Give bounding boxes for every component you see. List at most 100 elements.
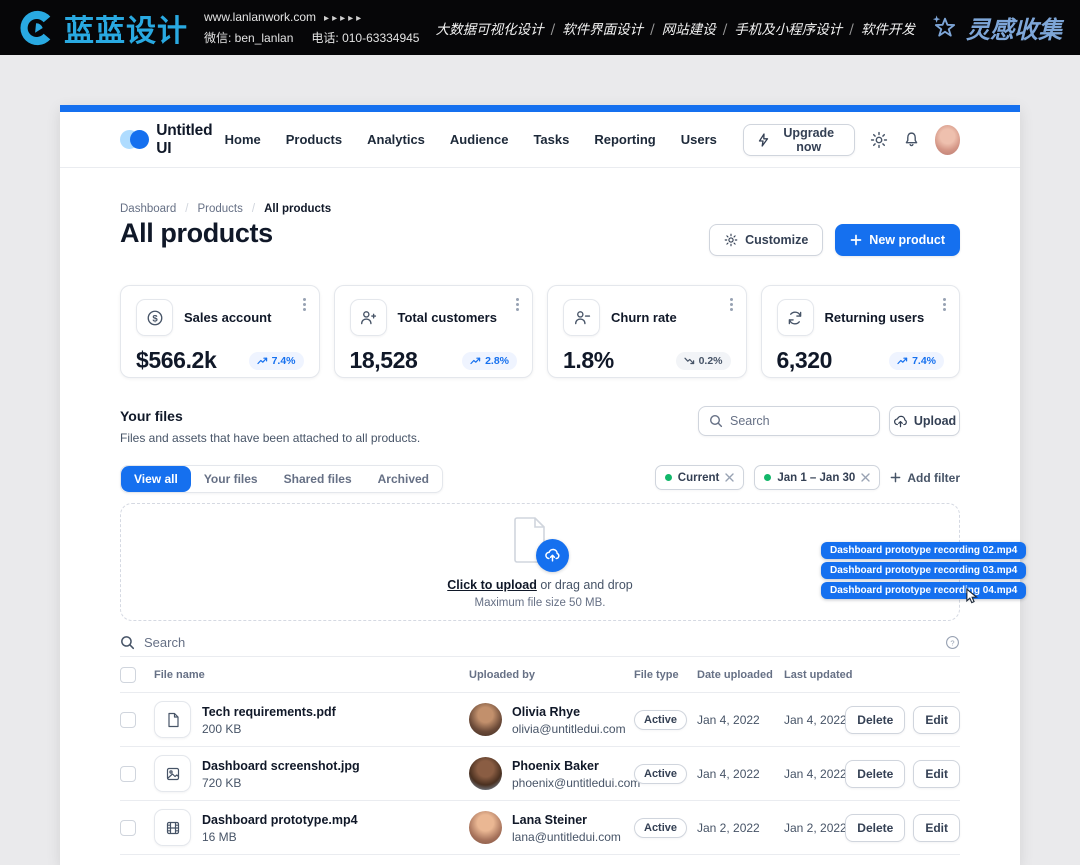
mouse-cursor-icon (965, 588, 979, 604)
row-checkbox[interactable] (120, 766, 136, 782)
close-icon[interactable] (861, 473, 870, 482)
delete-button[interactable]: Delete (845, 706, 905, 734)
file-size: 16 MB (202, 830, 358, 844)
edit-button[interactable]: Edit (913, 814, 960, 842)
nav-item-audience[interactable]: Audience (450, 132, 509, 147)
col-uploaded-by[interactable]: Uploaded by (469, 669, 634, 681)
tab-view-all[interactable]: View all (121, 466, 191, 492)
kebab-menu-icon[interactable] (303, 298, 306, 301)
upload-button[interactable]: Upload (889, 406, 960, 436)
file-name[interactable]: Tech requirements.pdf (202, 703, 336, 721)
nav-item-reporting[interactable]: Reporting (594, 132, 655, 147)
col-file-name[interactable]: File name (154, 669, 469, 681)
stat-label: Total customers (398, 310, 497, 325)
user-plus-icon (350, 299, 387, 336)
trend-badge: 2.8% (462, 352, 517, 370)
date-uploaded: Jan 4, 2022 (697, 713, 784, 727)
brand[interactable]: Untitled UI (120, 122, 225, 158)
stat-value: 1.8% (563, 347, 614, 374)
uploader-email: phoenix@untitledui.com (512, 776, 640, 790)
add-filter-button[interactable]: Add filter (890, 471, 960, 485)
close-icon[interactable] (725, 473, 734, 482)
files-search-input[interactable] (730, 414, 869, 428)
upgrade-now-button[interactable]: Upgrade now (743, 124, 855, 156)
table-body: Tech requirements.pdf 200 KB Olivia Rhye… (120, 693, 960, 855)
tab-shared-files[interactable]: Shared files (271, 466, 365, 492)
kebab-menu-icon[interactable] (943, 298, 946, 301)
dropzone-text: Click to upload or drag and drop (447, 578, 633, 592)
trend-badge: 0.2% (676, 352, 731, 370)
nav-item-users[interactable]: Users (681, 132, 717, 147)
banner-arrows: ▸▸▸▸▸ (324, 13, 364, 24)
nav-item-products[interactable]: Products (286, 132, 342, 147)
title-actions: Customize New product (709, 224, 960, 256)
click-to-upload-link[interactable]: Click to upload (447, 578, 537, 592)
notifications-bell-icon[interactable] (903, 131, 920, 148)
top-nav: Untitled UI Home Products Analytics Audi… (60, 112, 1020, 168)
kebab-menu-icon[interactable] (730, 298, 733, 301)
plus-icon (850, 234, 862, 246)
row-checkbox[interactable] (120, 820, 136, 836)
customize-button[interactable]: Customize (709, 224, 823, 256)
lightning-icon (757, 133, 770, 147)
nav-item-home[interactable]: Home (225, 132, 261, 147)
file-upload-icon (511, 516, 569, 572)
lanlan-logo: 蓝蓝设计 (18, 6, 188, 50)
delete-button[interactable]: Delete (845, 760, 905, 788)
help-icon[interactable]: ? (945, 635, 960, 650)
status-badge: Active (634, 818, 687, 838)
dragged-file-chip[interactable]: Dashboard prototype recording 03.mp4 (821, 562, 1026, 579)
edit-button[interactable]: Edit (913, 706, 960, 734)
uploader-avatar (469, 811, 502, 844)
col-last-updated[interactable]: Last updated (784, 669, 866, 681)
refresh-icon (777, 299, 814, 336)
untitled-ui-logo-icon (120, 130, 147, 149)
select-all-checkbox[interactable] (120, 667, 136, 683)
tab-archived[interactable]: Archived (365, 466, 442, 492)
table-search-input[interactable] (144, 635, 936, 650)
dragged-file-chip[interactable]: Dashboard prototype recording 02.mp4 (821, 542, 1026, 559)
uploader-avatar (469, 757, 502, 790)
image-file-icon (154, 755, 191, 792)
stat-card-churn: Churn rate 1.8% 0.2% (547, 285, 747, 378)
col-date-uploaded[interactable]: Date uploaded (697, 669, 784, 681)
dragged-file-chip[interactable]: Dashboard prototype recording 04.mp4 (821, 582, 1026, 599)
video-file-icon (154, 809, 191, 846)
settings-gear-icon[interactable] (870, 131, 888, 149)
breadcrumb-dashboard[interactable]: Dashboard (120, 203, 176, 215)
table-search[interactable]: ? (120, 628, 960, 657)
nav-item-tasks[interactable]: Tasks (533, 132, 569, 147)
uploader-name: Lana Steiner (512, 811, 621, 829)
promo-banner: 蓝蓝设计 www.lanlanwork.com ▸▸▸▸▸ 微信: ben_lan… (0, 0, 1080, 55)
tab-your-files[interactable]: Your files (191, 466, 271, 492)
dashboard-screenshot-card: Untitled UI Home Products Analytics Audi… (60, 105, 1020, 865)
col-file-type[interactable]: File type (634, 669, 697, 681)
file-name[interactable]: Dashboard screenshot.jpg (202, 757, 360, 775)
service-item: 大数据可视化设计 (436, 22, 544, 38)
search-icon (120, 635, 135, 650)
green-dot-icon (764, 474, 771, 481)
banner-wechat: 微信: ben_lanlan (204, 31, 293, 45)
stat-card-customers: Total customers 18,528 2.8% (334, 285, 534, 378)
breadcrumb-separator: / (185, 203, 188, 215)
delete-button[interactable]: Delete (845, 814, 905, 842)
new-product-button[interactable]: New product (835, 224, 960, 256)
user-avatar[interactable] (935, 125, 960, 155)
banner-website: www.lanlanwork.com (204, 10, 316, 24)
kebab-menu-icon[interactable] (516, 298, 519, 301)
banner-contact: www.lanlanwork.com▸▸▸▸▸ 微信: ben_lanlan电话… (204, 7, 419, 48)
breadcrumb-products[interactable]: Products (197, 203, 242, 215)
nav-item-analytics[interactable]: Analytics (367, 132, 425, 147)
filter-chip-current[interactable]: Current (655, 465, 745, 490)
stat-value: 18,528 (350, 347, 418, 374)
green-dot-icon (665, 474, 672, 481)
row-checkbox[interactable] (120, 712, 136, 728)
status-badge: Active (634, 764, 687, 784)
file-name[interactable]: Dashboard prototype.mp4 (202, 811, 358, 829)
file-size: 720 KB (202, 776, 360, 790)
edit-button[interactable]: Edit (913, 760, 960, 788)
status-badge: Active (634, 710, 687, 730)
filter-chip-daterange[interactable]: Jan 1 – Jan 30 (754, 465, 880, 490)
files-search[interactable] (698, 406, 880, 436)
stat-label: Churn rate (611, 310, 677, 325)
